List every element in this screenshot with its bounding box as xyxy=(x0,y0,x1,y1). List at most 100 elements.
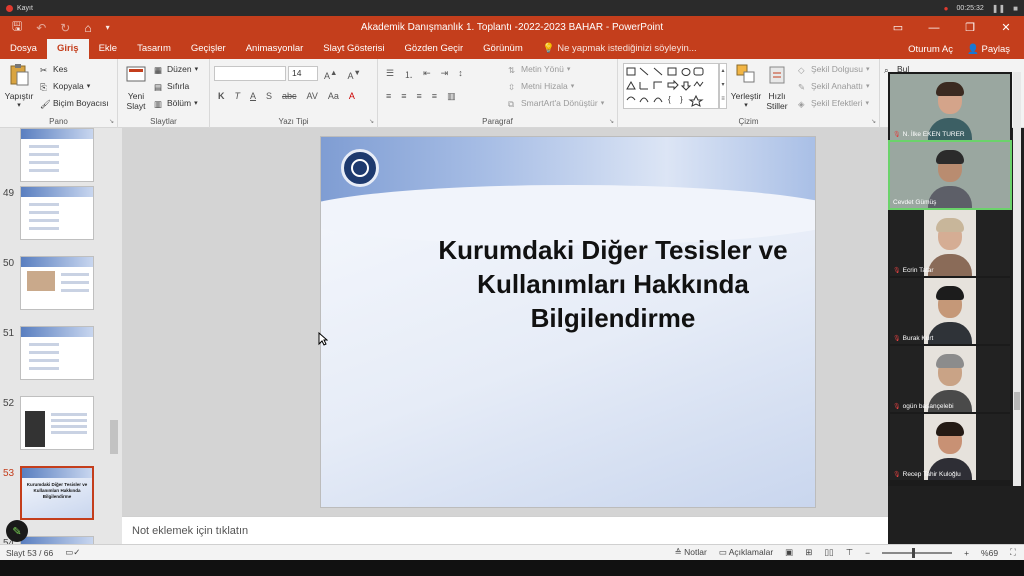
customize-qat-icon[interactable]: ▾ xyxy=(106,23,110,32)
smartart-button[interactable]: ⧉ SmartArt'a Dönüştür ▾ xyxy=(508,98,604,109)
tab-gecisler[interactable]: Geçişler xyxy=(181,39,236,59)
numbering-icon[interactable]: ⒈ xyxy=(404,68,413,81)
zoom-out-icon[interactable]: − xyxy=(865,548,870,558)
restore-icon[interactable]: ❐ xyxy=(952,16,988,39)
justify-icon[interactable]: ≡ xyxy=(432,91,437,102)
section-button[interactable]: ▥ Bölüm ▾ xyxy=(154,98,198,109)
notes-toggle-button[interactable]: ≙ Notlar xyxy=(675,547,707,558)
recorder-pause-icon[interactable]: ❚❚ xyxy=(992,4,1005,13)
zoom-slider[interactable] xyxy=(882,547,953,558)
new-slide-button[interactable]: Yeni Slayt xyxy=(121,63,151,111)
tab-ekle[interactable]: Ekle xyxy=(89,39,127,59)
share-button[interactable]: 👤 Paylaş xyxy=(967,44,1010,55)
align-text-button[interactable]: ⇳ Metni Hizala ▾ xyxy=(508,81,574,92)
tab-slayt-gosterisi[interactable]: Slayt Gösterisi xyxy=(313,39,394,59)
current-slide[interactable]: Kurumdaki Diğer Tesisler ve Kullanımları… xyxy=(320,136,816,508)
minimize-icon[interactable]: — xyxy=(916,16,952,39)
slide-thumbnail-preview[interactable] xyxy=(20,536,94,544)
save-icon[interactable]: 🖫 xyxy=(12,17,22,38)
slideshow-view-icon[interactable]: ⊤ xyxy=(846,547,853,558)
undo-icon[interactable]: ↶ xyxy=(36,21,46,35)
comments-toggle-button[interactable]: ▭ Açıklamalar xyxy=(719,547,773,558)
change-case-icon[interactable]: Aa xyxy=(328,91,339,101)
participant-tile[interactable]: 🎙 Recep Tahir Kuloğlu xyxy=(890,414,1010,480)
participant-tile[interactable]: 🎙 ogün başançelebi xyxy=(890,346,1010,412)
scrollbar-thumb[interactable] xyxy=(110,420,118,454)
bullets-icon[interactable]: ☰ xyxy=(386,68,394,81)
slide-thumbnail[interactable]: 49 xyxy=(0,186,110,244)
tab-dosya[interactable]: Dosya xyxy=(0,39,47,59)
thumbnails-scrollbar[interactable] xyxy=(108,128,120,544)
zoom-slider-knob[interactable] xyxy=(912,547,916,558)
tab-giris[interactable]: Giriş xyxy=(46,39,89,59)
font-size-box[interactable]: 14 xyxy=(288,66,318,81)
text-direction-button[interactable]: ⇅ Metin Yönü ▾ xyxy=(508,64,570,75)
dialog-launcher-icon[interactable]: ↘ xyxy=(871,118,876,125)
shapes-gallery[interactable]: {} xyxy=(623,63,719,109)
layout-button[interactable]: ▦ Düzen ▾ xyxy=(154,64,198,75)
char-spacing-icon[interactable]: AV xyxy=(307,91,318,101)
quick-styles-button[interactable]: Hızlı Stiller xyxy=(762,63,792,111)
dialog-launcher-icon[interactable]: ↘ xyxy=(109,118,114,125)
align-center-icon[interactable]: ≡ xyxy=(401,91,406,102)
dialog-launcher-icon[interactable]: ↘ xyxy=(609,118,614,125)
pen-tool-icon[interactable]: ✎ xyxy=(6,520,28,542)
font-color-icon[interactable]: A xyxy=(349,91,355,101)
tab-gorunum[interactable]: Görünüm xyxy=(473,39,533,59)
increase-font-icon[interactable]: A▲ xyxy=(324,68,337,81)
notes-pane[interactable]: Not eklemek için tıklatın xyxy=(122,516,888,544)
slide-thumbnail-preview[interactable] xyxy=(20,256,94,310)
reset-button[interactable]: ▤ Sıfırla xyxy=(154,81,189,92)
copy-button[interactable]: ⎘ Kopyala ▾ xyxy=(40,81,90,92)
decrease-font-icon[interactable]: A▼ xyxy=(347,68,360,81)
zoom-in-icon[interactable]: + xyxy=(964,548,969,558)
increase-indent-icon[interactable]: ⇥ xyxy=(441,68,449,81)
tab-tasarim[interactable]: Tasarım xyxy=(127,39,181,59)
slide-thumbnail[interactable]: 53 Kurumdaki Diğer Tesisler ve Kullanımla… xyxy=(0,466,110,524)
strikethrough-icon[interactable]: abc xyxy=(282,91,297,101)
italic-icon[interactable]: T xyxy=(235,91,241,101)
slide-thumbnail[interactable]: 50 xyxy=(0,256,110,314)
ribbon-display-options-icon[interactable]: ▭ xyxy=(880,16,916,39)
align-left-icon[interactable]: ≡ xyxy=(386,91,391,102)
format-painter-button[interactable]: 🖌 Biçim Boyacısı xyxy=(40,98,109,109)
tell-me-box[interactable]: 💡 Ne yapmak istediğinizi söyleyin... xyxy=(533,39,707,59)
slide-thumbnail[interactable]: 52 xyxy=(0,396,110,454)
fit-slide-icon[interactable]: ⛶ xyxy=(1010,547,1016,558)
slide-sorter-icon[interactable]: ⊞ xyxy=(805,547,812,558)
tab-animasyonlar[interactable]: Animasyonlar xyxy=(236,39,314,59)
reading-view-icon[interactable]: ▯▯ xyxy=(824,547,833,558)
redo-icon[interactable]: ↻ xyxy=(60,21,70,35)
sign-in-link[interactable]: Oturum Aç xyxy=(908,44,953,55)
close-icon[interactable]: ✕ xyxy=(988,16,1024,39)
arrange-button[interactable]: Yerleştir ▾ xyxy=(726,63,766,111)
slide-thumbnail[interactable] xyxy=(0,128,110,186)
shape-effects-button[interactable]: ◈ Şekil Efektleri ▾ xyxy=(798,98,869,109)
recorder-stop-icon[interactable]: ■ xyxy=(1013,4,1018,13)
participant-tile[interactable]: Cevdet Gümüş xyxy=(888,140,1012,210)
shape-outline-button[interactable]: ✎ Şekil Anahattı ▾ xyxy=(798,81,870,92)
shape-fill-button[interactable]: ◇ Şekil Dolgusu ▾ xyxy=(798,64,870,75)
line-spacing-icon[interactable]: ↕ xyxy=(458,68,463,81)
columns-icon[interactable]: ▥ xyxy=(447,91,456,102)
slide-thumbnail-preview[interactable]: Kurumdaki Diğer Tesisler ve Kullanımları… xyxy=(20,466,94,520)
participant-tile[interactable]: 🎙 Burak Kurt xyxy=(890,278,1010,344)
tab-gozden-gecir[interactable]: Gözden Geçir xyxy=(395,39,474,59)
slide-thumbnail-preview[interactable] xyxy=(20,396,94,450)
slide-thumbnail-preview[interactable] xyxy=(20,186,94,240)
shadow-icon[interactable]: S xyxy=(266,91,272,101)
slide-thumbnail-preview[interactable] xyxy=(20,326,94,380)
decrease-indent-icon[interactable]: ⇤ xyxy=(423,68,431,81)
underline-icon[interactable]: A xyxy=(250,91,256,101)
scrollbar-thumb[interactable] xyxy=(1014,392,1020,410)
spelling-check-icon[interactable]: ▭✓ xyxy=(65,547,80,558)
start-slideshow-icon[interactable]: ⌂ xyxy=(84,21,91,35)
font-name-box[interactable] xyxy=(214,66,286,81)
dialog-launcher-icon[interactable]: ↘ xyxy=(369,118,374,125)
participant-tile[interactable]: 🎙 N. İlke EKEN TURER xyxy=(890,74,1010,140)
zoom-level[interactable]: %69 xyxy=(981,548,998,558)
slide-thumbnail-preview[interactable] xyxy=(20,128,94,182)
slide-thumbnail[interactable]: 51 xyxy=(0,326,110,384)
slide-title[interactable]: Kurumdaki Diğer Tesisler ve Kullanımları… xyxy=(361,233,815,335)
bold-icon[interactable]: K xyxy=(218,91,225,101)
